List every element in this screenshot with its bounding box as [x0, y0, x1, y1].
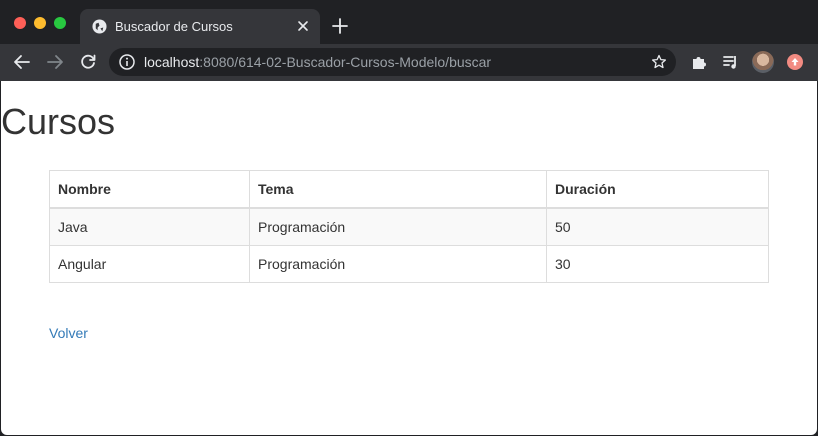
- arrow-left-icon[interactable]: [13, 53, 31, 71]
- column-header-tema: Tema: [249, 170, 547, 209]
- maximize-window-button[interactable]: [54, 17, 66, 29]
- table-header-row: Nombre Tema Duración: [49, 170, 769, 209]
- profile-avatar[interactable]: [752, 51, 774, 73]
- tab-strip: Buscador de Cursos: [0, 0, 818, 44]
- arrow-up-icon: [791, 58, 799, 66]
- url-text[interactable]: localhost:8080/614-02-Buscador-Cursos-Mo…: [144, 54, 491, 70]
- column-header-duracion: Duración: [546, 170, 769, 209]
- puzzle-icon[interactable]: [690, 53, 708, 71]
- minimize-window-button[interactable]: [34, 17, 46, 29]
- tab-title: Buscador de Cursos: [115, 19, 233, 34]
- tab-active[interactable]: Buscador de Cursos: [80, 9, 320, 44]
- column-header-nombre: Nombre: [49, 170, 250, 209]
- close-window-button[interactable]: [14, 17, 26, 29]
- cell-tema: Programación: [249, 207, 547, 246]
- cell-nombre: Java: [49, 207, 250, 246]
- url-path: :8080/614-02-Buscador-Cursos-Modelo/busc…: [199, 54, 492, 70]
- address-bar[interactable]: localhost:8080/614-02-Buscador-Cursos-Mo…: [109, 48, 676, 76]
- courses-table: Nombre Tema Duración Java Programación 5…: [49, 170, 769, 283]
- arrow-right-icon[interactable]: [46, 53, 64, 71]
- star-icon[interactable]: [651, 54, 667, 70]
- cell-nombre: Angular: [49, 245, 250, 283]
- back-link[interactable]: Volver: [49, 325, 88, 341]
- plus-icon[interactable]: [332, 18, 348, 34]
- close-icon[interactable]: [296, 19, 310, 33]
- info-icon[interactable]: [119, 54, 135, 70]
- globe-icon: [92, 19, 107, 34]
- cell-duracion: 30: [546, 245, 769, 283]
- page-title: Cursos: [1, 101, 116, 142]
- browser-window: Buscador de Cursos localhost:8080/614-02…: [0, 0, 818, 436]
- cell-duracion: 50: [546, 207, 769, 246]
- update-icon[interactable]: [787, 54, 803, 70]
- table-row: Angular Programación 30: [49, 245, 769, 283]
- page-content: Cursos Nombre Tema Duración Java Program…: [1, 81, 817, 435]
- cell-tema: Programación: [249, 245, 547, 283]
- media-queue-icon[interactable]: [722, 53, 740, 71]
- reload-icon[interactable]: [79, 53, 97, 71]
- table-row: Java Programación 50: [49, 207, 769, 246]
- url-host: localhost: [144, 54, 200, 70]
